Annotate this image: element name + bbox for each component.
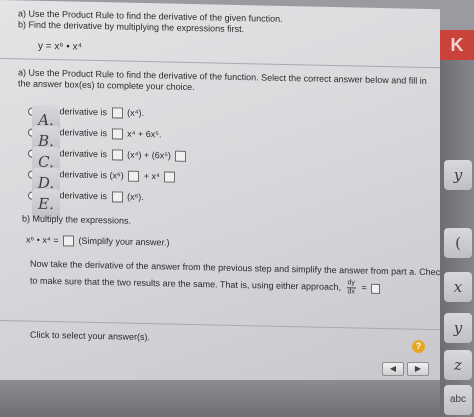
next-button[interactable]: ▶ xyxy=(407,362,429,376)
part-b-check-row: to make sure that the two results are th… xyxy=(30,273,382,297)
part-b-expression: x⁶ • x⁴ = xyxy=(26,234,59,246)
key-x[interactable]: x xyxy=(444,272,472,302)
part-b-hint: (Simplify your answer.) xyxy=(78,235,170,248)
option-d-answer-box-1[interactable] xyxy=(128,170,140,183)
option-d[interactable]: D. The derivative is (x⁶) + x⁴ xyxy=(28,167,177,199)
function-equation: y = x⁶ • x⁴ xyxy=(38,40,82,53)
part-b-answer-box[interactable] xyxy=(63,235,74,247)
key-y[interactable]: y xyxy=(444,160,472,190)
derivative-answer-box[interactable] xyxy=(371,283,381,294)
key-z[interactable]: z xyxy=(444,350,472,380)
option-e[interactable]: E. The derivative is (x⁶). xyxy=(28,188,144,220)
option-b-expression: x⁴ + 6x⁵. xyxy=(127,128,162,140)
option-b-answer-box-1[interactable] xyxy=(111,128,123,140)
key-abc[interactable]: abc xyxy=(444,385,472,415)
homework-panel: a) Use the Product Rule to find the deri… xyxy=(0,0,440,390)
key-y-2[interactable]: y xyxy=(444,313,472,343)
fraction-denominator: dx xyxy=(347,288,355,296)
option-e-answer-box-1[interactable] xyxy=(111,191,123,203)
previous-button[interactable]: ◀ xyxy=(382,362,404,376)
part-b-multiply-row: x⁶ • x⁴ = (Simplify your answer.) xyxy=(26,234,170,249)
option-a-answer-box-1[interactable] xyxy=(111,107,123,119)
bottom-toolbar xyxy=(0,380,440,417)
equals-sign: = xyxy=(361,282,367,293)
option-c[interactable]: C. The derivative is (x⁴) + (6x⁵) xyxy=(28,146,188,178)
fraction-numerator: dy xyxy=(346,279,356,289)
part-a-instruction-2: the answer box(es) to complete your choi… xyxy=(18,78,195,93)
part-b-check-line: to make sure that the two results are th… xyxy=(30,275,341,293)
option-a-expression: (x⁴). xyxy=(127,107,144,119)
help-button[interactable]: ? xyxy=(412,340,425,353)
option-c-answer-box-2[interactable] xyxy=(175,150,187,163)
part-b-title: b) Multiply the expressions. xyxy=(22,213,132,226)
click-to-select-prompt: Click to select your answer(s). xyxy=(30,329,151,343)
divider xyxy=(0,58,440,69)
option-c-expression: (x⁴) + (6x⁵) xyxy=(127,149,171,161)
option-d-expression-a: (x⁶) xyxy=(109,170,124,181)
dy-dx-fraction: dy dx xyxy=(346,279,356,296)
key-open-paren[interactable]: ( xyxy=(444,228,472,258)
option-c-answer-box-1[interactable] xyxy=(111,149,123,161)
option-d-answer-box-2[interactable] xyxy=(164,171,176,183)
logo-icon: K xyxy=(440,30,474,60)
option-b[interactable]: B. The derivative is x⁴ + 6x⁵. xyxy=(28,125,162,157)
option-a[interactable]: A. The derivative is (x⁴). xyxy=(28,104,144,136)
option-d-expression-b: + x⁴ xyxy=(143,171,160,182)
math-keyboard-strip: y ( x y z abc xyxy=(440,60,474,417)
footer-divider xyxy=(0,320,440,331)
option-e-expression: (x⁶). xyxy=(127,191,144,203)
